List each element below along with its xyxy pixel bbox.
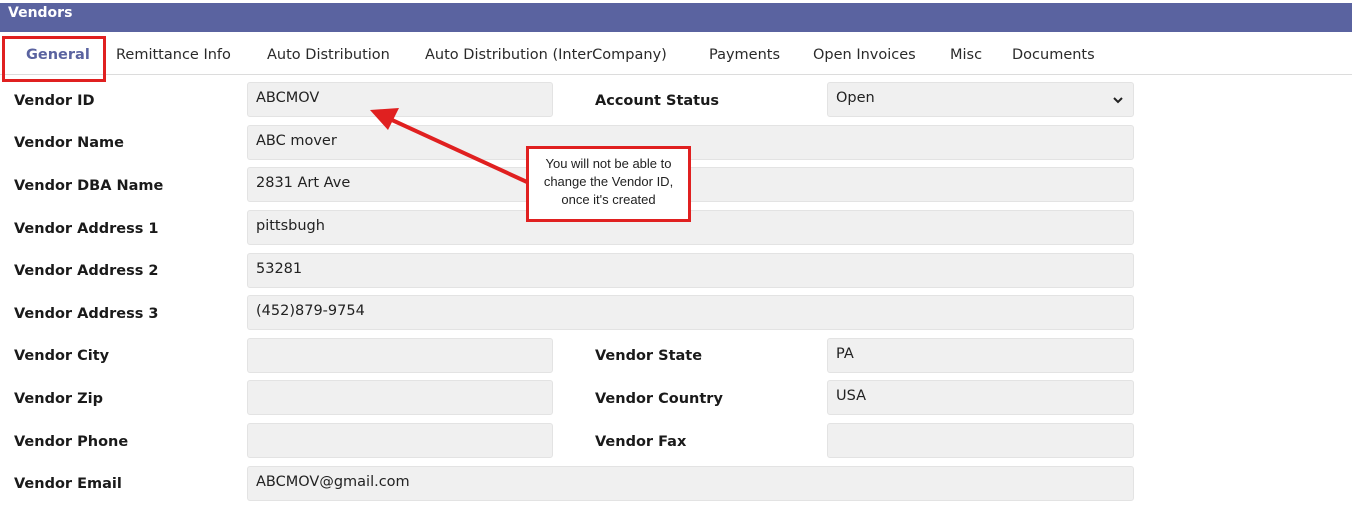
tab-highlight-box [2, 36, 106, 82]
vendor-country-label: Vendor Country [595, 391, 723, 407]
vendor-country-field[interactable]: USA [827, 380, 1134, 415]
vendor-address-3-field[interactable]: (452)879-9754 [247, 295, 1134, 330]
vendor-state-field[interactable]: PA [827, 338, 1134, 373]
vendor-name-label: Vendor Name [14, 135, 124, 151]
window-title: Vendors [8, 5, 73, 21]
account-status-select[interactable]: Open [827, 82, 1134, 117]
vendor-address-1-label: Vendor Address 1 [14, 221, 159, 237]
annotation-line-3: once it's created [561, 192, 656, 207]
vendor-city-field[interactable] [247, 338, 553, 373]
tab-auto-distribution-intercompany[interactable]: Auto Distribution (InterCompany) [425, 47, 667, 63]
vendor-id-label: Vendor ID [14, 93, 95, 109]
vendor-email-field[interactable]: ABCMOV@gmail.com [247, 466, 1134, 501]
vendor-zip-label: Vendor Zip [14, 391, 103, 407]
vendor-state-label: Vendor State [595, 348, 703, 364]
chevron-down-icon [1113, 97, 1123, 104]
annotation-line-2: change the Vendor ID, [543, 174, 674, 189]
tab-bar: General Remittance Info Auto Distributio… [0, 32, 1352, 75]
vendor-address-2-field[interactable]: 53281 [247, 253, 1134, 288]
annotation-callout: You will not be able to change the Vendo… [526, 146, 691, 222]
annotation-line-1: You will not be able to [545, 156, 672, 171]
vendor-fax-label: Vendor Fax [595, 434, 687, 450]
account-status-label: Account Status [595, 93, 720, 109]
tab-auto-distribution[interactable]: Auto Distribution [267, 47, 390, 63]
tab-open-invoices[interactable]: Open Invoices [813, 47, 916, 63]
vendor-fax-field[interactable] [827, 423, 1134, 458]
vendor-address-2-label: Vendor Address 2 [14, 263, 159, 279]
vendor-email-label: Vendor Email [14, 476, 122, 492]
vendor-address-3-label: Vendor Address 3 [14, 306, 159, 322]
vendor-phone-label: Vendor Phone [14, 434, 129, 450]
window-title-bar: Vendors [0, 3, 1352, 32]
account-status-value: Open [836, 90, 875, 106]
vendor-id-field[interactable]: ABCMOV [247, 82, 553, 117]
tab-documents[interactable]: Documents [1012, 47, 1095, 63]
vendor-phone-field[interactable] [247, 423, 553, 458]
tab-misc[interactable]: Misc [950, 47, 982, 63]
tab-remittance-info[interactable]: Remittance Info [116, 47, 231, 63]
vendor-city-label: Vendor City [14, 348, 110, 364]
vendor-dba-name-label: Vendor DBA Name [14, 178, 164, 194]
vendor-zip-field[interactable] [247, 380, 553, 415]
tab-payments[interactable]: Payments [709, 47, 780, 63]
